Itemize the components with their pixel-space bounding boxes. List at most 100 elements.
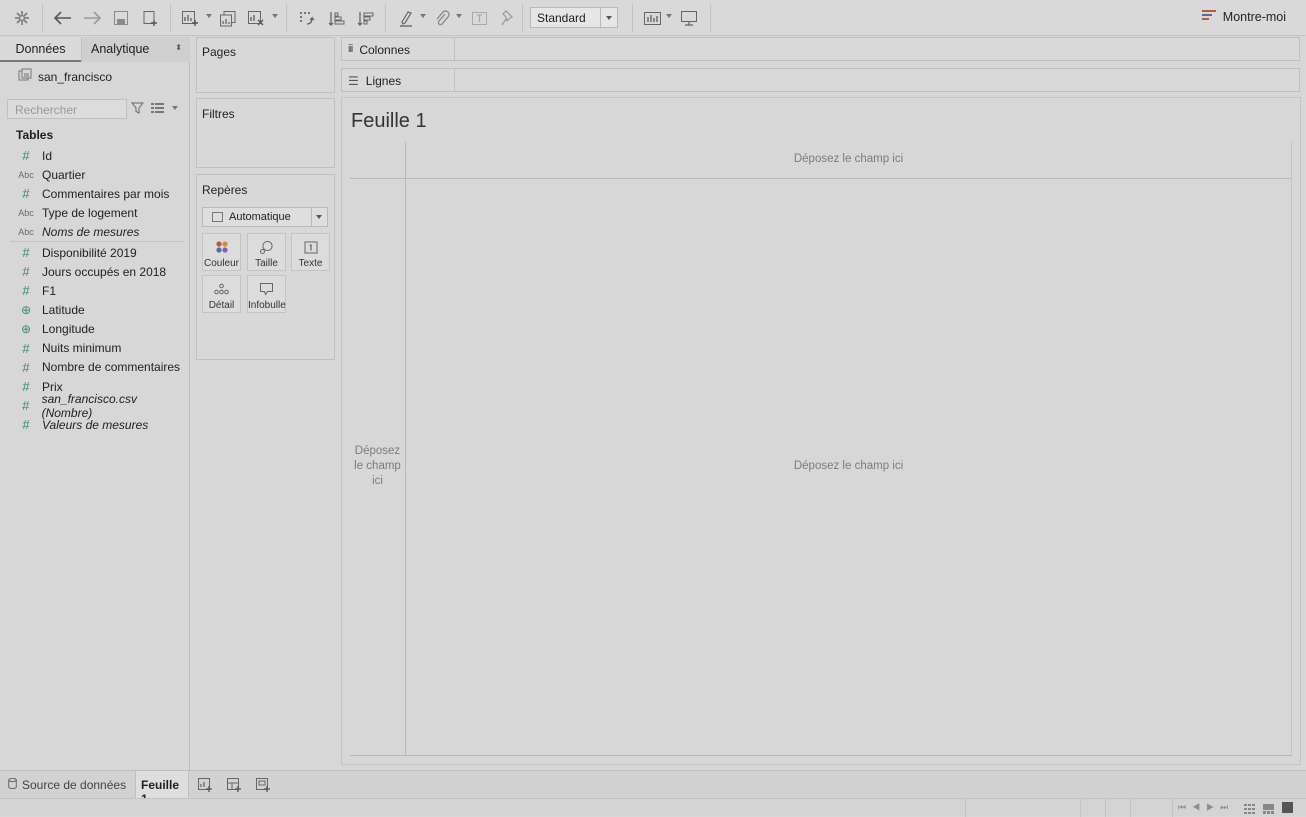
field-label: Latitude	[42, 302, 85, 317]
data-pane: Données Analytique ⬍ san_francisco Reche…	[0, 37, 190, 770]
pages-card[interactable]: Pages	[196, 37, 335, 93]
new-worksheet-tab-icon[interactable]	[197, 777, 213, 793]
redo-icon[interactable]	[82, 8, 102, 28]
columns-icon: iii	[348, 43, 353, 55]
field-item[interactable]: # san_francisco.csv (Nombre)	[0, 392, 189, 420]
number-type-icon: #	[22, 264, 30, 280]
new-dashboard-tab-icon[interactable]	[226, 777, 242, 793]
tab-data-source-label: Source de données	[22, 778, 127, 792]
tableau-logo-icon[interactable]	[12, 8, 32, 28]
drop-zone-rows[interactable]: Déposez le champ ici	[350, 444, 405, 489]
fit-view-select[interactable]: Standard	[530, 7, 618, 28]
tab-data[interactable]: Données	[0, 37, 81, 62]
new-story-tab-icon[interactable]	[255, 777, 271, 793]
chevron-down-icon[interactable]	[311, 208, 327, 226]
field-item[interactable]: # Nombre de commentaires	[0, 358, 189, 377]
filter-icon[interactable]	[130, 102, 145, 118]
show-tabs-icon[interactable]	[1282, 802, 1293, 816]
sheet-title[interactable]: Feuille 1	[351, 110, 427, 133]
tab-analytics[interactable]: Analytique ⬍	[81, 37, 190, 62]
swap-icon[interactable]	[296, 8, 316, 28]
labels-icon[interactable]	[469, 8, 489, 28]
color-icon	[203, 237, 240, 257]
field-label: F1	[42, 283, 57, 298]
pages-title: Pages	[202, 45, 237, 59]
field-item[interactable]: ⊕ Latitude	[0, 300, 189, 319]
show-me-button[interactable]: Montre-moi	[1201, 9, 1286, 25]
drop-zone-columns[interactable]: Déposez le champ ici	[406, 153, 1291, 165]
size-button[interactable]: Taille	[247, 233, 286, 271]
field-item[interactable]: # Disponibilité 2019	[0, 243, 189, 262]
detail-icon	[203, 279, 240, 299]
marks-card: Repères Automatique Couleur Taille Texte…	[196, 174, 335, 360]
filters-card[interactable]: Filtres	[196, 98, 335, 168]
tab-data-source[interactable]: Source de données	[8, 777, 127, 792]
database-icon	[8, 777, 17, 792]
highlight-caret[interactable]	[420, 14, 426, 18]
field-item[interactable]: # Nuits minimum	[0, 339, 189, 358]
sheet-navigation-icon[interactable]: ⏮◀▶⏭	[1178, 802, 1234, 813]
text-button[interactable]: Texte	[291, 233, 330, 271]
field-item[interactable]: # Jours occupés en 2018	[0, 262, 189, 281]
filters-title: Filtres	[202, 107, 235, 121]
color-button[interactable]: Couleur	[202, 233, 241, 271]
collapse-pane-icon[interactable]: ⬍	[175, 43, 182, 52]
search-placeholder: Rechercher	[15, 103, 78, 117]
columns-shelf[interactable]: iii Colonnes	[341, 37, 1300, 61]
new-datasource-icon[interactable]	[140, 8, 160, 28]
save-icon[interactable]	[111, 8, 131, 28]
search-field[interactable]: Rechercher	[7, 99, 127, 119]
clear-sheet-icon[interactable]	[246, 8, 266, 28]
fit-icon[interactable]	[642, 8, 662, 28]
string-type-icon: Abc	[18, 207, 34, 218]
field-label: Quartier	[42, 167, 86, 182]
datasource-item[interactable]: san_francisco	[18, 68, 112, 85]
canvas-bottom-border	[350, 755, 1292, 756]
new-worksheet-icon[interactable]	[180, 8, 200, 28]
drop-zone-view[interactable]: Déposez le champ ici	[406, 460, 1291, 472]
undo-icon[interactable]	[53, 8, 73, 28]
field-item[interactable]: # F1	[0, 281, 189, 300]
field-item[interactable]: ⊕ Longitude	[0, 320, 189, 339]
duplicate-sheet-icon[interactable]	[218, 8, 238, 28]
detail-button[interactable]: Détail	[202, 275, 241, 313]
show-sheet-sorter-icon[interactable]	[1244, 803, 1255, 817]
group-icon[interactable]	[432, 8, 452, 28]
columns-shelf-label-area: iii Colonnes	[342, 38, 455, 60]
number-type-icon: #	[22, 340, 30, 356]
mark-type-select[interactable]: Automatique	[202, 207, 328, 227]
row-header-divider	[405, 142, 406, 756]
field-item[interactable]: # Commentaires par mois	[0, 184, 189, 203]
rows-icon: ☰	[348, 74, 359, 88]
fit-caret[interactable]	[666, 14, 672, 18]
presentation-icon[interactable]	[679, 8, 699, 28]
chevron-down-icon[interactable]	[600, 8, 617, 27]
show-filmstrip-icon[interactable]	[1263, 803, 1274, 817]
text-label: Texte	[298, 258, 323, 269]
field-label: Valeurs de mesures	[42, 417, 149, 432]
sort-descending-icon[interactable]	[355, 8, 375, 28]
field-item[interactable]: Abc Type de logement	[0, 203, 189, 222]
field-item[interactable]: # Id	[0, 146, 189, 165]
highlight-icon[interactable]	[396, 8, 416, 28]
status-bar: ⏮◀▶⏭	[0, 798, 1306, 817]
number-type-icon: #	[22, 245, 30, 260]
rows-shelf[interactable]: ☰ Lignes	[341, 68, 1300, 92]
fix-axes-icon[interactable]	[498, 8, 518, 28]
geo-type-icon: ⊕	[20, 302, 32, 317]
sort-ascending-icon[interactable]	[326, 8, 346, 28]
number-type-icon: #	[22, 148, 30, 163]
new-worksheet-caret[interactable]	[206, 14, 212, 18]
view-list-icon[interactable]	[151, 102, 164, 117]
view-list-caret[interactable]	[172, 106, 178, 110]
size-label: Taille	[255, 258, 278, 269]
field-item[interactable]: Abc Quartier	[0, 165, 189, 184]
tab-sheet-1[interactable]: Feuille 1	[135, 771, 189, 806]
group-caret[interactable]	[456, 14, 462, 18]
field-item[interactable]: Abc Noms de mesures	[0, 223, 189, 242]
color-label: Couleur	[203, 258, 240, 269]
clear-sheet-caret[interactable]	[272, 14, 278, 18]
field-item[interactable]: # Valeurs de mesures	[0, 415, 189, 434]
tooltip-button[interactable]: Infobulle	[247, 275, 286, 313]
size-icon	[248, 237, 285, 257]
